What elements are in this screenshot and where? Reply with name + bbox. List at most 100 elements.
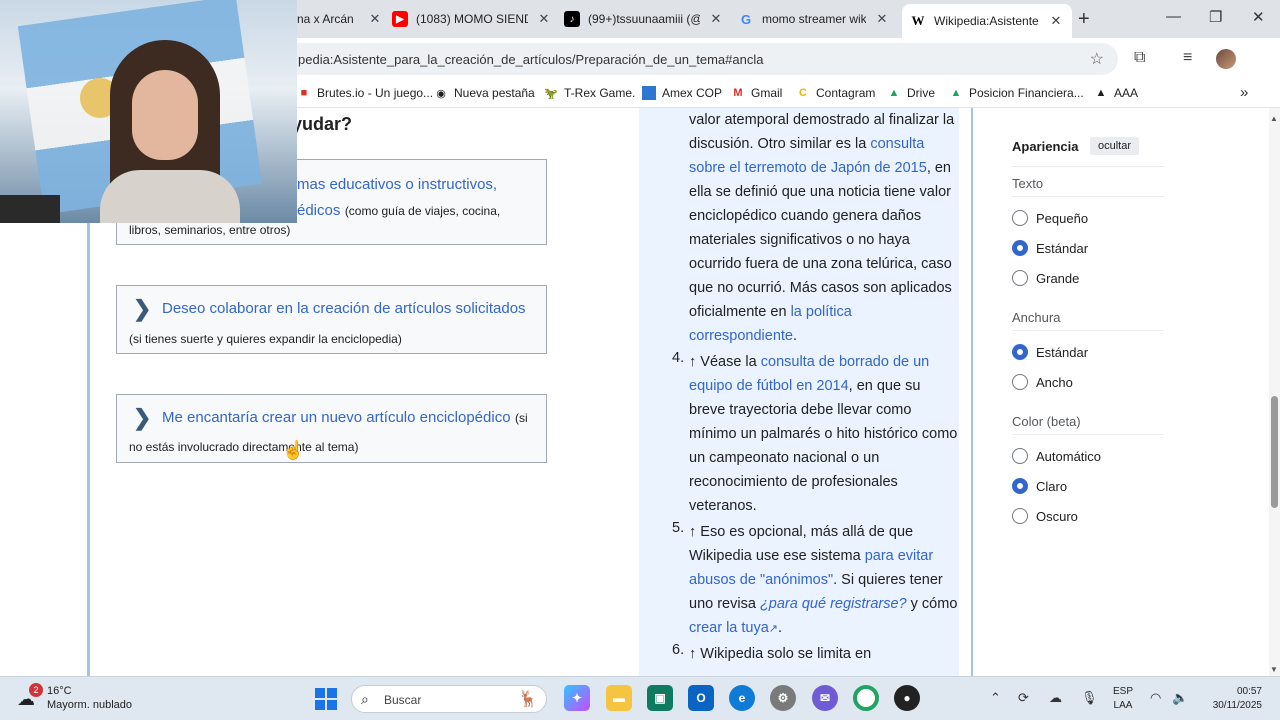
- taskbar-search[interactable]: ⌕ Buscar 🦌: [351, 685, 547, 713]
- profile-avatar[interactable]: [1216, 49, 1236, 69]
- copilot-icon[interactable]: ✦: [564, 685, 590, 711]
- language-code: ESP: [1113, 686, 1134, 697]
- ref-text: y cómo: [906, 596, 958, 612]
- radio-text-standard[interactable]: Estándar: [1012, 240, 1088, 256]
- hand-cursor-icon: ☝: [282, 440, 305, 460]
- radio-button[interactable]: [1012, 448, 1028, 464]
- restore-icon[interactable]: ❐: [1209, 8, 1222, 26]
- radio-button-selected[interactable]: [1012, 344, 1028, 360]
- ref-text: , en ella se definió que una noticia tie…: [689, 160, 952, 320]
- search-placeholder: Buscar: [384, 693, 422, 707]
- radio-width-wide[interactable]: Ancho: [1012, 374, 1073, 390]
- radio-color-auto[interactable]: Automático: [1012, 448, 1101, 464]
- radio-button[interactable]: [1012, 374, 1028, 390]
- radio-color-light[interactable]: Claro: [1012, 478, 1067, 494]
- radio-color-dark[interactable]: Oscuro: [1012, 508, 1078, 524]
- store-icon[interactable]: ▣: [647, 685, 673, 711]
- radio-label: Estándar: [1036, 344, 1089, 360]
- settings-gear-icon[interactable]: ⚙: [770, 685, 796, 711]
- option-link-requested[interactable]: Deseo colaborar en la creación de artícu…: [162, 300, 526, 317]
- tab-3[interactable]: ♪ (99+)tssuunaamiii (@ ✕: [564, 6, 724, 32]
- keyboard-layout: LAA: [1113, 700, 1133, 711]
- bookmark-brutes[interactable]: ■ Brutes.io - Un juego...: [297, 86, 433, 100]
- microphone-icon[interactable]: 🎙: [1081, 690, 1098, 706]
- google-icon: G: [740, 11, 752, 27]
- bookmark-aaa[interactable]: ▲ AAA: [1094, 86, 1138, 100]
- new-tab-icon[interactable]: +: [1078, 8, 1090, 31]
- tab-5-close-icon[interactable]: ✕: [1048, 13, 1064, 29]
- extensions-icon[interactable]: ⧉: [1134, 49, 1145, 67]
- chrome-canary-icon[interactable]: ●: [894, 685, 920, 711]
- address-bar[interactable]: pedia:Asistente_para_la_creación_de_artí…: [250, 43, 1118, 75]
- tab-4-close-icon[interactable]: ✕: [874, 11, 890, 27]
- tab-2-close-icon[interactable]: ✕: [536, 11, 552, 27]
- bookmark-contagram[interactable]: C Contagram: [796, 86, 875, 100]
- start-windows-icon[interactable]: [315, 688, 337, 710]
- clock-date: 30/11/2025: [1212, 700, 1262, 711]
- close-window-icon[interactable]: ✕: [1252, 8, 1265, 26]
- bookmark-drive[interactable]: ▲ Drive: [887, 86, 935, 100]
- sync-icon[interactable]: ⟳: [1018, 690, 1029, 706]
- url-text[interactable]: pedia:Asistente_para_la_creación_de_artí…: [298, 52, 763, 67]
- weather-temp[interactable]: 16°C: [47, 685, 72, 697]
- file-explorer-icon[interactable]: ▬: [606, 685, 632, 711]
- onedrive-cloud-icon[interactable]: ☁: [1049, 690, 1062, 706]
- tab-2[interactable]: ▶ (1083) MOMO SIENDO ✕: [392, 6, 552, 32]
- volume-icon[interactable]: 🔈: [1172, 690, 1188, 706]
- bookmark-nueva-pestana[interactable]: ◉ Nueva pestaña: [434, 86, 535, 100]
- radio-button[interactable]: [1012, 508, 1028, 524]
- ref-text: .: [778, 620, 783, 636]
- hide-appearance-button[interactable]: ocultar: [1090, 137, 1140, 155]
- radio-button[interactable]: [1012, 270, 1028, 286]
- chevron-right-icon: ❯: [133, 296, 152, 321]
- outlook-icon[interactable]: O: [688, 685, 714, 711]
- bookmark-posicion-financiera[interactable]: ▲ Posicion Financiera...: [949, 86, 1084, 100]
- vertical-scrollbar[interactable]: ▲ ▼: [1269, 108, 1280, 676]
- tab-1[interactable]: na x Arcán ✕: [297, 6, 383, 32]
- show-hidden-icons-chevron-icon[interactable]: ⌃: [990, 690, 1001, 706]
- scroll-up-icon[interactable]: ▲: [1270, 114, 1278, 123]
- reference-3: valor atemporal demostrado al finalizar …: [689, 108, 959, 348]
- bookmark-star-icon[interactable]: ☆: [1090, 49, 1104, 69]
- radio-button-selected[interactable]: [1012, 240, 1028, 256]
- radio-text-small[interactable]: Pequeño: [1012, 210, 1088, 226]
- tab-3-close-icon[interactable]: ✕: [708, 11, 724, 27]
- tab-4[interactable]: G momo streamer wikip ✕: [738, 6, 890, 32]
- system-clock[interactable]: 00:57 30/11/2025: [1204, 685, 1262, 713]
- search-icon: ⌕: [361, 691, 369, 707]
- more-bookmarks-icon[interactable]: »: [1240, 84, 1248, 101]
- option-link-educational[interactable]: mas educativos o instructivos,: [297, 176, 497, 193]
- tab-1-close-icon[interactable]: ✕: [367, 11, 383, 27]
- minimize-icon[interactable]: —: [1166, 8, 1181, 25]
- radio-label: Pequeño: [1036, 210, 1089, 226]
- tab-5-active[interactable]: W Wikipedia:Asistente p ✕: [902, 4, 1072, 38]
- radio-button[interactable]: [1012, 210, 1028, 226]
- edge-icon[interactable]: e: [729, 685, 755, 711]
- reference-number: 4.: [672, 350, 685, 366]
- media-controls-icon[interactable]: ≡: [1183, 49, 1192, 67]
- bookmark-trex[interactable]: 🦖 T-Rex Game.: [544, 86, 635, 100]
- ref-link[interactable]: crear la tuya: [689, 620, 769, 636]
- radio-width-standard[interactable]: Estándar: [1012, 344, 1088, 360]
- weather-desc[interactable]: Mayorm. nublado: [47, 699, 132, 711]
- language-indicator[interactable]: ESP LAA: [1113, 685, 1133, 713]
- taskbar: ☁ 2 16°C Mayorm. nublado ⌕ Buscar 🦌 ✦ ▬ …: [0, 676, 1280, 720]
- option-link-new-article[interactable]: Me encantaría crear un nuevo artículo en…: [162, 409, 511, 426]
- chrome-icon[interactable]: [853, 685, 879, 711]
- option-link-educational-cont[interactable]: édicos: [297, 202, 340, 219]
- scroll-down-icon[interactable]: ▼: [1270, 665, 1278, 674]
- reference-number: 6.: [672, 642, 685, 658]
- reference-5: ↑ Eso es opcional, más allá de que Wikip…: [689, 520, 959, 641]
- reference-4: ↑ Véase la consulta de borrado de un equ…: [689, 350, 959, 518]
- scrollbar-thumb[interactable]: [1271, 396, 1278, 508]
- bookmark-amex[interactable]: Amex COP: [642, 86, 722, 100]
- tab-1-title: na x Arcán: [297, 12, 354, 26]
- radio-button-selected[interactable]: [1012, 478, 1028, 494]
- wifi-icon[interactable]: ◠: [1150, 690, 1161, 706]
- bookmark-gmail[interactable]: M Gmail: [731, 86, 782, 100]
- messenger-icon[interactable]: ✉: [812, 685, 838, 711]
- radio-text-large[interactable]: Grande: [1012, 270, 1079, 286]
- option-box-requested: ❯ Deseo colaborar en la creación de artí…: [116, 285, 547, 354]
- ref-link[interactable]: ¿para qué registrarse?: [760, 596, 907, 612]
- reference-6: ↑ Wikipedia solo se limita en: [689, 642, 959, 666]
